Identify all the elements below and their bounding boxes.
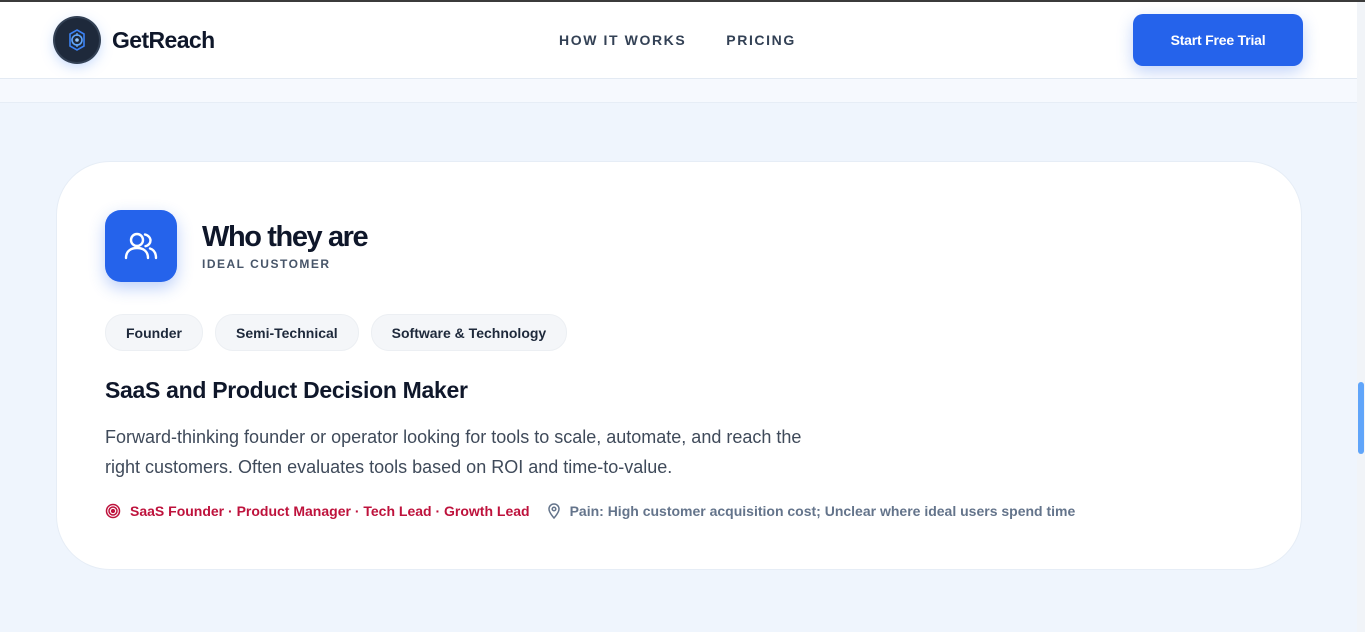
top-navbar: GetReach HOW IT WORKS PRICING Start Free… (0, 2, 1357, 79)
tag-software-technology: Software & Technology (370, 314, 568, 351)
main-nav: HOW IT WORKS PRICING (559, 32, 796, 48)
ideal-customer-card: Who they are IDEAL CUSTOMER Founder Semi… (56, 161, 1302, 570)
tag-founder: Founder (105, 314, 203, 351)
nav-link-how-it-works[interactable]: HOW IT WORKS (559, 32, 686, 48)
users-icon (105, 210, 177, 282)
persona-description: Forward-thinking founder or operator loo… (105, 422, 905, 482)
persona-meta: SaaS Founder · Product Manager · Tech Le… (105, 503, 1075, 519)
scrollbar-track[interactable] (1357, 2, 1365, 632)
persona-description-line-2: right customers. Often evaluates tools b… (105, 457, 673, 477)
nav-link-pricing[interactable]: PRICING (726, 32, 796, 48)
target-lens-icon (55, 18, 99, 62)
header-sub-band (0, 79, 1357, 103)
section-eyebrow: IDEAL CUSTOMER (202, 257, 331, 271)
persona-pain: Pain: High customer acquisition cost; Un… (569, 503, 1076, 519)
start-free-trial-button[interactable]: Start Free Trial (1133, 14, 1303, 66)
map-pin-icon (547, 503, 561, 519)
section-title: Who they are (202, 221, 369, 253)
brand-logo[interactable]: GetReach (55, 18, 215, 62)
persona-roles: SaaS Founder · Product Manager · Tech Le… (130, 503, 530, 519)
tag-semi-technical: Semi-Technical (215, 314, 359, 351)
persona-tags: Founder Semi-Technical Software & Techno… (105, 314, 568, 351)
target-icon (105, 503, 121, 519)
persona-description-line-1: Forward-thinking founder or operator loo… (105, 427, 802, 447)
scrollbar-thumb[interactable] (1358, 382, 1364, 454)
persona-title: SaaS and Product Decision Maker (105, 377, 468, 403)
brand-name: GetReach (112, 26, 215, 53)
